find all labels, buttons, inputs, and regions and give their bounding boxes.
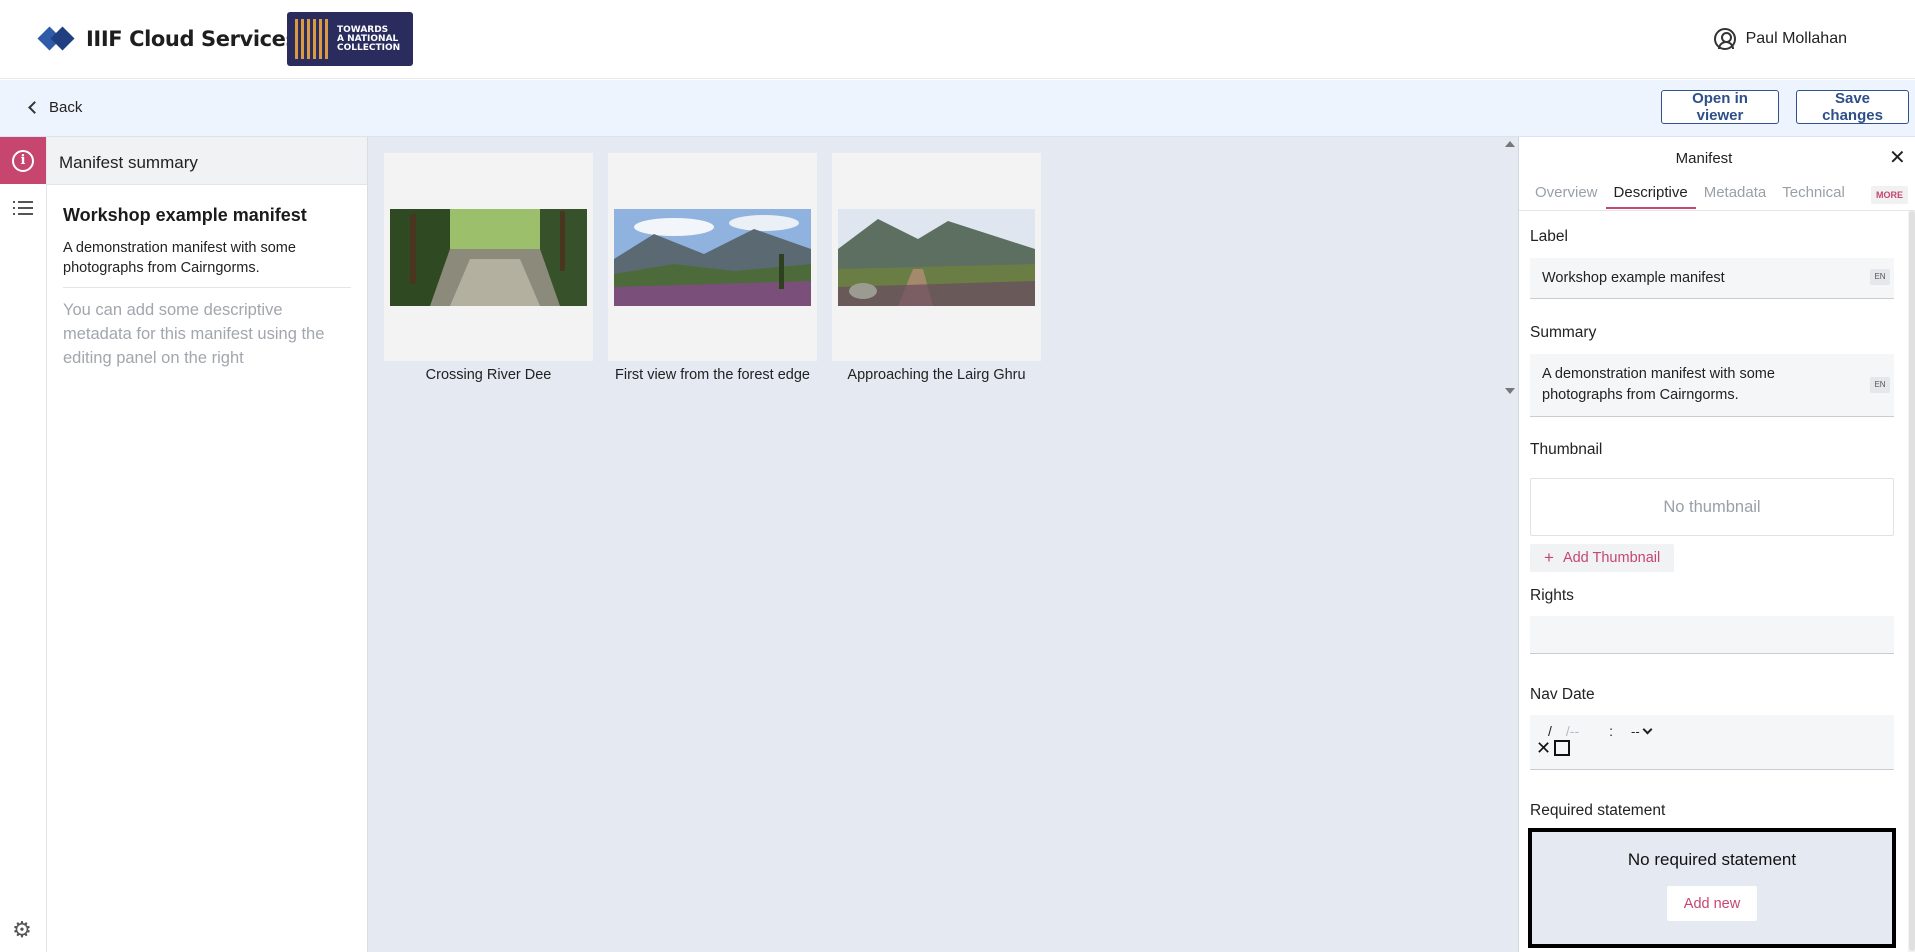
gear-icon[interactable]: ⚙ <box>11 919 33 941</box>
left-icon-rail: i ⚙ <box>0 137 47 952</box>
canvas-tile[interactable]: Approaching the Lairg Ghru <box>832 153 1041 383</box>
summary-field[interactable]: A demonstration manifest with some photo… <box>1530 354 1894 417</box>
rights-heading: Rights <box>1530 587 1574 604</box>
editor-toolbar: Back Open in viewer Save changes <box>0 80 1915 137</box>
chevron-left-icon <box>28 101 41 114</box>
canvas-label: First view from the forest edge <box>614 367 810 383</box>
partner-logo: TOWARDS A NATIONAL COLLECTION <box>287 12 413 66</box>
ampm-select[interactable]: -- <box>1631 724 1653 739</box>
chevron-down-icon <box>1642 724 1653 734</box>
clear-date-icon[interactable]: ✕ <box>1536 739 1551 757</box>
thumbnail-heading: Thumbnail <box>1530 441 1603 458</box>
summary-panel-title: Manifest summary <box>47 137 367 185</box>
tab-metadata[interactable]: Metadata <box>1696 184 1775 209</box>
open-in-viewer-button[interactable]: Open in viewer <box>1661 90 1779 124</box>
scroll-up-arrow-icon[interactable] <box>1505 141 1515 147</box>
canvas-tile[interactable]: Crossing River Dee <box>384 153 593 383</box>
label-value: Workshop example manifest <box>1542 270 1725 286</box>
manifest-description: A demonstration manifest with some photo… <box>63 238 351 288</box>
editor-title: Manifest <box>1675 150 1733 167</box>
manifest-editor-panel: Manifest ✕ Overview Descriptive Metadata… <box>1518 137 1915 952</box>
canvas-grid: Crossing River Dee First view from the f… <box>368 137 1518 952</box>
back-button[interactable]: Back <box>28 99 82 116</box>
editor-tabs: Overview Descriptive Metadata Technical <box>1527 184 1853 209</box>
brand-name: IIIF Cloud Services <box>86 27 298 51</box>
list-icon[interactable] <box>13 201 33 215</box>
canvas-thumbnail <box>390 209 587 306</box>
add-thumbnail-button[interactable]: + Add Thumbnail <box>1530 544 1675 572</box>
scroll-down-arrow-icon[interactable] <box>1505 388 1515 394</box>
nav-date-heading: Nav Date <box>1530 686 1595 703</box>
canvas-label: Approaching the Lairg Ghru <box>847 367 1026 383</box>
info-icon: i <box>12 149 34 172</box>
user-circle-icon <box>1713 28 1736 50</box>
user-menu[interactable]: Paul Mollahan <box>1713 28 1847 50</box>
language-tag[interactable]: EN <box>1870 269 1890 285</box>
canvas-label: Crossing River Dee <box>425 367 552 383</box>
manifest-summary-panel: Manifest summary Workshop example manife… <box>47 137 368 952</box>
manifest-title: Workshop example manifest <box>63 205 307 225</box>
plus-icon: + <box>1544 548 1554 567</box>
label-field[interactable]: Workshop example manifest EN <box>1530 258 1894 299</box>
summary-heading: Summary <box>1530 324 1597 341</box>
add-required-statement-button[interactable]: Add new <box>1667 886 1757 921</box>
metadata-hint: You can add some descriptive metadata fo… <box>63 301 325 367</box>
brand-logo[interactable]: IIIF Cloud Services <box>37 24 298 54</box>
calendar-picker-icon[interactable] <box>1554 740 1571 756</box>
nav-date-field[interactable]: / /-- : -- ✕ <box>1530 715 1894 770</box>
tab-descriptive[interactable]: Descriptive <box>1605 184 1696 209</box>
summary-value: A demonstration manifest with some photo… <box>1542 366 1775 403</box>
canvas-tile[interactable]: First view from the forest edge <box>608 153 817 383</box>
top-header: IIIF Cloud Services TOWARDS A NATIONAL C… <box>0 0 1915 79</box>
rights-field[interactable] <box>1530 616 1894 654</box>
language-tag[interactable]: EN <box>1870 377 1890 393</box>
close-icon[interactable]: ✕ <box>1889 145 1906 170</box>
tab-overview[interactable]: Overview <box>1527 184 1606 209</box>
manifest-summary-rail-button[interactable]: i <box>0 137 46 184</box>
required-statement-box: No required statement Add new <box>1528 828 1896 948</box>
canvas-thumbnail <box>838 209 1035 306</box>
required-statement-heading: Required statement <box>1530 802 1666 819</box>
panel-scrollbar[interactable] <box>1908 211 1915 952</box>
label-heading: Label <box>1530 228 1568 245</box>
iiif-diamond-icon <box>37 24 78 54</box>
no-required-statement: No required statement <box>1627 850 1797 869</box>
tab-technical[interactable]: Technical <box>1774 184 1853 209</box>
save-changes-button[interactable]: Save changes <box>1796 90 1909 124</box>
canvas-thumbnail <box>614 209 811 306</box>
partner-bars-icon <box>295 19 331 59</box>
thumbnail-placeholder: No thumbnail <box>1530 478 1894 536</box>
more-tabs-button[interactable]: MORE <box>1871 186 1908 204</box>
user-name: Paul Mollahan <box>1745 30 1847 47</box>
